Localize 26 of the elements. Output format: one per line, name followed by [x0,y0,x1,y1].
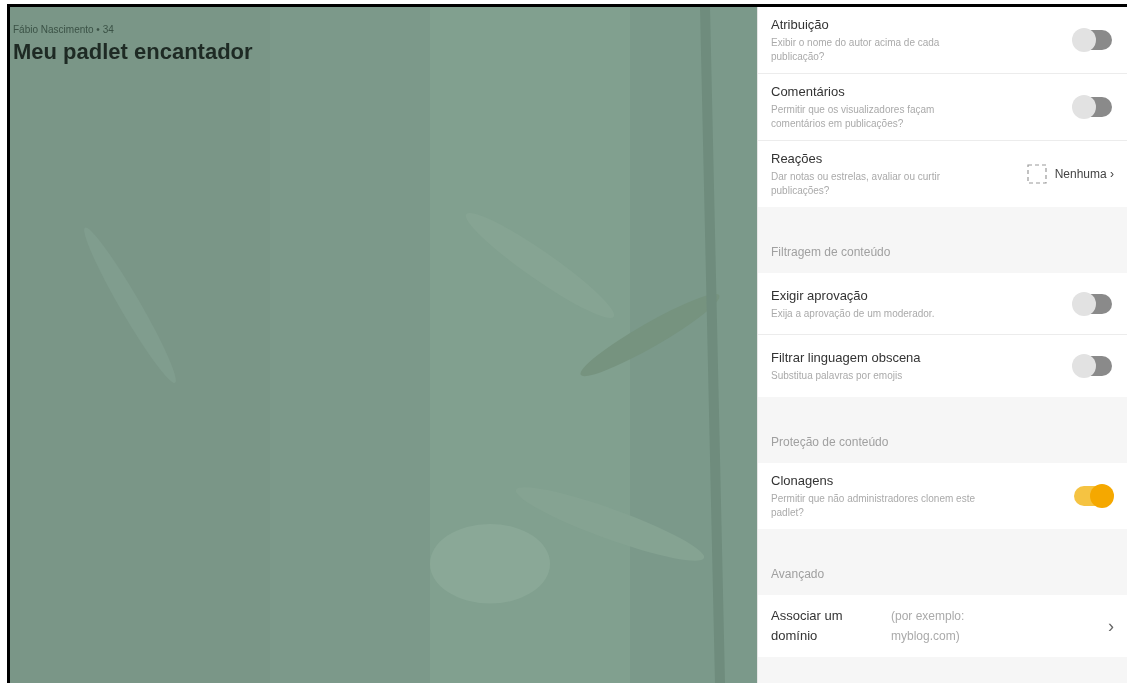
section-title: Proteção de conteúdo [771,434,889,451]
setting-description: Permitir que os visualizadores façam comentários em publicações? [771,103,936,131]
toggle-switch[interactable] [1074,97,1112,117]
setting-title: Reações [771,150,824,168]
setting-description: Exibir o nome do autor acima de cada publicação? [771,36,941,64]
setting-title: Atribuição [771,16,830,34]
setting-description: Permitir que não administradores clonem este padlet? [771,492,976,520]
setting-description: Substitua palavras por emojis [771,369,904,383]
toggle-switch[interactable] [1074,486,1112,506]
toggle-switch[interactable] [1074,30,1112,50]
toggle-switch[interactable] [1074,293,1112,314]
author-text: Fábio Nascimento • 34 [13,24,115,36]
setting-title: Clonagens [771,472,835,490]
setting-description: Exija a aprovação de um moderador. [771,306,936,321]
reactions-select[interactable]: Nenhuma › [1026,164,1114,184]
empty-square-icon [1026,164,1047,184]
chevron-button[interactable]: › [1108,617,1114,635]
setting-title: Associar um domínio [771,607,844,645]
setting-description: Dar notas ou estrelas, avaliar ou curtir publicações? [771,170,941,198]
toggle-switch[interactable] [1074,356,1112,376]
setting-title: Comentários [771,83,846,101]
board-title: Meu padlet encantador [13,38,254,66]
section-title: Filtragem de conteúdo [771,244,891,261]
setting-title: Filtrar linguagem obscena [771,349,922,367]
setting-title: Exigir aprovação [771,286,869,305]
section-title: Avançado [771,566,825,583]
